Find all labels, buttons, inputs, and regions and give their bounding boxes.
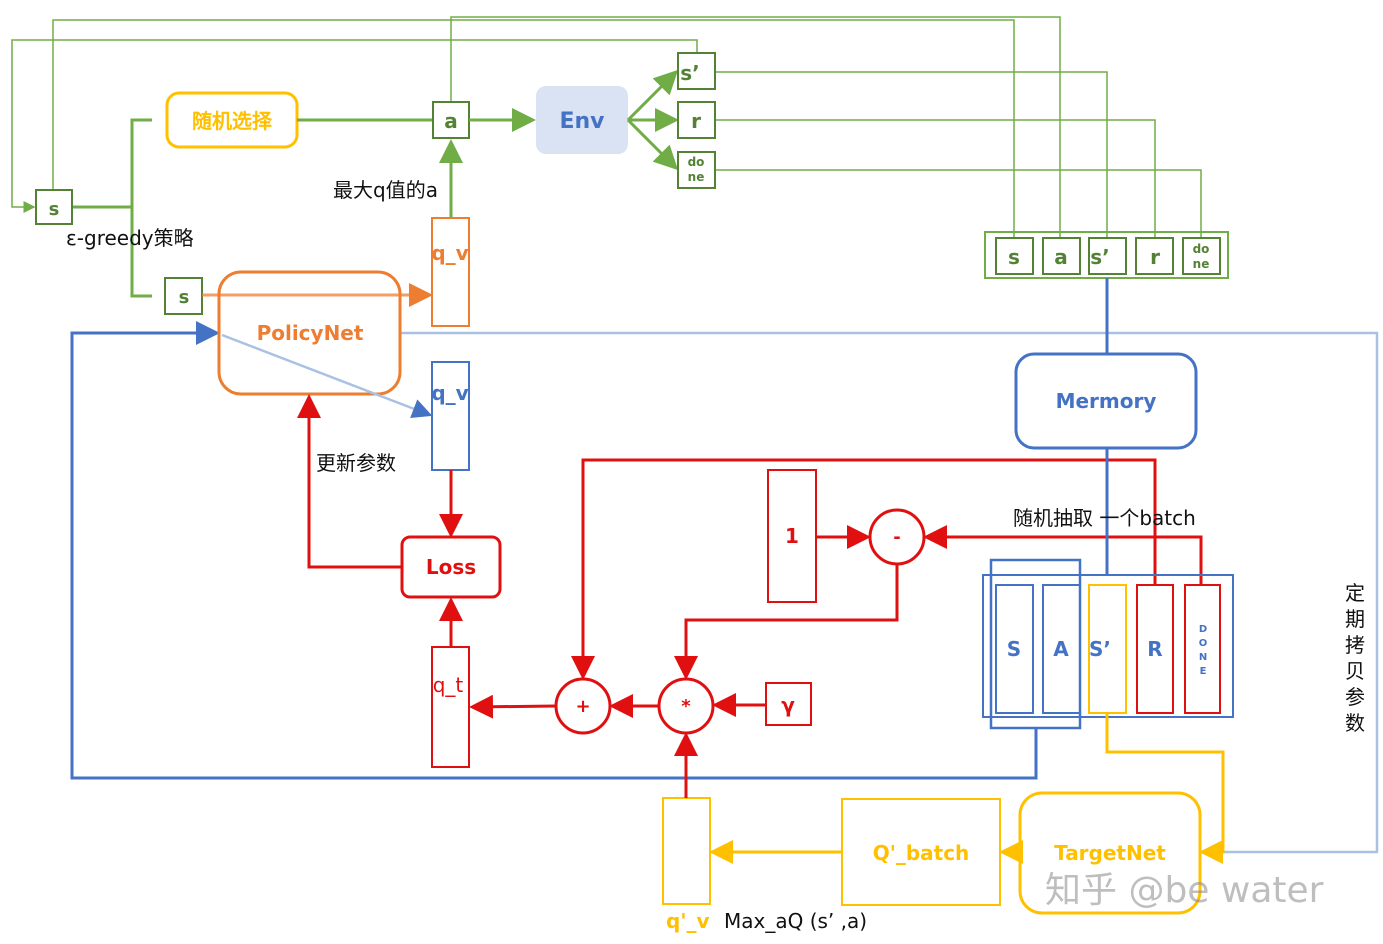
q-v-orange-label: q_v [431,241,468,265]
action-label: a [444,109,458,133]
tuple-done-label-2: ne [1193,257,1210,271]
tuple-r-label: r [1150,245,1160,269]
reward-label: r [691,109,701,133]
loss-label: Loss [426,555,476,579]
q-v-blue-box [431,361,470,471]
tuple-a-label: a [1054,245,1068,269]
q-v-blue-label: q_v [431,381,468,405]
q-t-box [431,646,470,768]
copy-char: 贝 [1345,659,1365,683]
watermark: 知乎 @be water [1045,870,1324,911]
random-select-label: 随机选择 [192,109,273,133]
tuple-s-label: s [1008,245,1020,269]
s-prime-label: s’ [680,61,700,85]
memory-label: Mermory [1056,389,1157,413]
env-output-arrows [626,69,679,171]
batch-a-label: A [1053,637,1069,661]
batch-done-n: N [1199,652,1207,663]
done-label-1: do [688,155,705,169]
s-input-label: s [49,199,60,220]
batch-done-o: O [1199,638,1208,649]
copy-char: 期 [1345,607,1365,631]
copy-params-label: 定 期 拷 贝 参 数 [1345,581,1365,735]
tuple-s-prime-label: s’ [1090,245,1110,269]
q-v-orange-box [431,217,470,327]
copy-char: 拷 [1345,633,1365,657]
copy-char: 参 [1345,685,1365,709]
q-batch-label: Q'_batch [873,841,970,865]
tuple-done-label-1: do [1193,242,1210,256]
q-t-label: q_t [433,673,464,697]
copy-char: 定 [1345,581,1365,605]
q-prime-v-label: q'_v [666,909,709,933]
loss-to-policy-arrow [297,394,402,569]
minus-label: - [893,527,900,548]
update-params-label: 更新参数 [316,451,396,475]
gamma-label: γ [781,693,795,717]
batch-done-e: E [1200,666,1207,677]
policy-net-label: PolicyNet [257,321,364,345]
copy-params-line [400,331,1379,862]
s-policy-label: s [179,287,190,308]
epsilon-brace [72,118,152,298]
r-to-plus-arrow [571,458,1157,680]
max-q-action-label: 最大q值的a [333,178,438,202]
times-label: * [681,696,691,717]
batch-r-label: R [1147,637,1162,661]
done-label-2: ne [688,170,705,184]
s-prime-to-target-arrow [1105,713,1225,864]
target-net-label: TargetNet [1054,841,1166,865]
done-to-memory-line [715,169,1202,238]
r-to-memory-line [715,119,1156,238]
plus-to-qt-arrow [469,694,557,719]
batch-s-prime-label: S’ [1089,637,1111,661]
batch-s-label: S [1007,637,1021,661]
plus-label: + [575,696,590,717]
max-formula-label: Max_aQ (s’ ,a) [724,909,867,933]
batch-done-d: D [1199,624,1207,635]
one-label: 1 [785,524,799,548]
memory-tuple: s a s’ r do ne [995,237,1221,275]
s-prime-to-memory-line [715,71,1108,238]
copy-char: 数 [1345,711,1365,735]
sample-batch-label: 随机抽取 一个batch [1013,506,1196,530]
epsilon-greedy-label: ε-greedy策略 [66,226,194,250]
q-prime-v-box [662,797,711,905]
env-label: Env [559,109,605,134]
dqn-diagram: s 随机选择 a Env s’ r do ne 最大q值的a ε-greedy策… [11,16,1379,933]
batch-done-column [1184,584,1221,714]
